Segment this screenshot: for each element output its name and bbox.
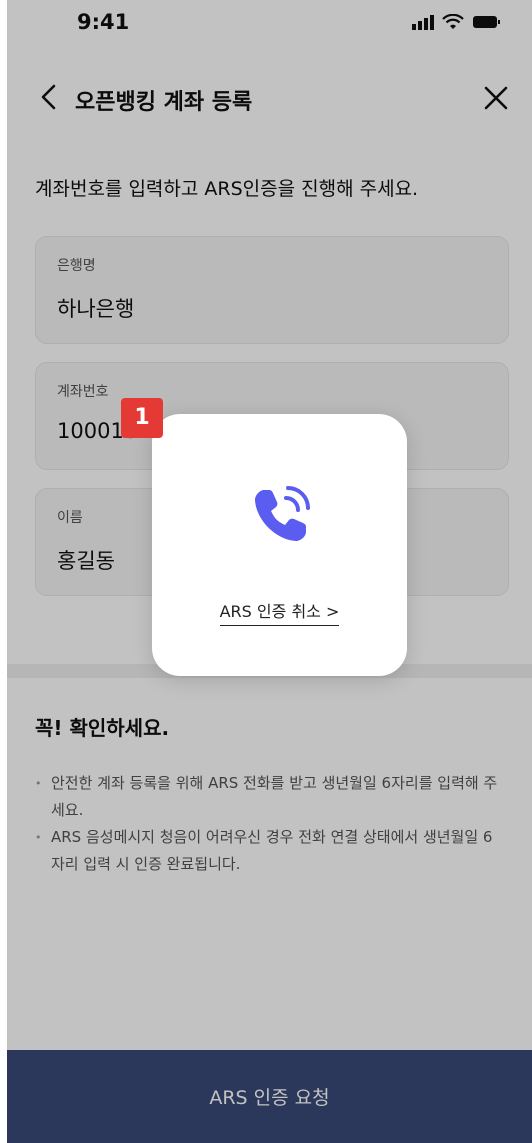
ars-popup: ARS 인증 취소 >: [152, 414, 407, 676]
ars-cancel-link[interactable]: ARS 인증 취소 >: [219, 602, 340, 626]
screen: 9:41 오픈뱅킹 계좌 등록 계좌번호를 입력하고 ARS인증을 진행해 주세…: [7, 0, 532, 1143]
phone-ringing-icon: [255, 486, 310, 541]
marker-badge: 1: [121, 398, 163, 438]
